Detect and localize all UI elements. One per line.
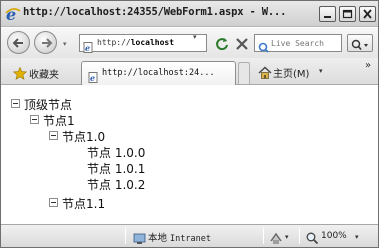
url-text: http://localhost: [97, 38, 175, 47]
window-title: http://localhost:24355/WebForm1.aspx - W…: [23, 6, 287, 18]
refresh-icon: [214, 37, 230, 56]
page-content: 顶级节点 节点1 节点1.0 节点 1.0.0 节点 1.0.1 节点 1.0.2 节点1.…: [1, 86, 378, 224]
svg-text:e: e: [85, 43, 90, 53]
forward-button[interactable]: [34, 31, 57, 54]
star-icon[interactable]: [12, 65, 28, 84]
tree-node-label[interactable]: 节点 1.0.0: [87, 144, 145, 161]
page-icon: e: [88, 68, 99, 87]
tree-node-label[interactable]: 节点 1.0.2: [87, 176, 145, 193]
globe-icon: [133, 230, 146, 247]
title-bar: e http://localhost:24355/WebForm1.aspx -…: [1, 1, 378, 27]
search-box: [254, 34, 342, 53]
zoom-dropdown[interactable]: ▾: [355, 233, 359, 241]
security-zone[interactable]: 本地 Intranet: [148, 230, 211, 244]
favorites-bar: 收藏夹 e http://localhost:24... 主页(M) ▾ »: [1, 58, 378, 85]
tree-node-label[interactable]: 节点1.1: [62, 195, 105, 212]
address-bar: ▾ e http://localhost ▾: [1, 28, 378, 58]
tab-current-page[interactable]: e http://localhost:24...: [81, 61, 236, 85]
svg-text:e: e: [90, 73, 95, 83]
collapse-toggle-icon[interactable]: [49, 198, 58, 207]
url-dropdown[interactable]: ▾: [193, 33, 197, 41]
new-tab-button[interactable]: [238, 62, 250, 84]
collapse-toggle-icon[interactable]: [49, 131, 58, 140]
page-icon: e: [83, 38, 94, 53]
home-icon[interactable]: [258, 64, 272, 83]
collapse-toggle-icon[interactable]: [30, 115, 39, 124]
security-icon[interactable]: [269, 230, 283, 247]
search-icon: [351, 37, 369, 56]
zoom-level[interactable]: 100%: [321, 231, 347, 241]
zoom-icon[interactable]: [306, 230, 319, 247]
url-field[interactable]: e http://localhost: [79, 34, 207, 53]
tree-node-label[interactable]: 节点 1.0.1: [87, 160, 145, 177]
tree-node-label[interactable]: 节点1: [43, 112, 75, 129]
close-button[interactable]: [359, 6, 376, 22]
status-bar: 本地 Intranet ▾ 100% ▾: [1, 224, 378, 247]
protected-mode-dropdown[interactable]: ▾: [285, 233, 289, 241]
tree-node-label[interactable]: 节点1.0: [62, 128, 105, 145]
toolbar-overflow-button[interactable]: »: [365, 60, 371, 71]
search-input[interactable]: [271, 36, 339, 50]
home-button[interactable]: 主页(M): [273, 65, 309, 80]
recent-pages-dropdown[interactable]: ▾: [63, 40, 67, 48]
maximize-button[interactable]: [339, 6, 356, 22]
tab-label: http://localhost:24...: [102, 68, 215, 78]
search-button[interactable]: [347, 34, 373, 52]
back-button[interactable]: [7, 31, 30, 54]
minimize-button[interactable]: [319, 6, 336, 22]
status-divider: [125, 228, 126, 244]
ie-icon: e: [5, 5, 21, 24]
collapse-toggle-icon[interactable]: [11, 99, 20, 108]
browser-window: e http://localhost:24355/WebForm1.aspx -…: [0, 0, 379, 248]
status-divider: [263, 228, 264, 244]
live-search-icon: [258, 38, 269, 57]
favorites-button[interactable]: 收藏夹: [29, 66, 59, 81]
tree-node-label[interactable]: 顶级节点: [24, 96, 72, 113]
refresh-button[interactable]: [214, 36, 230, 52]
stop-button[interactable]: [234, 36, 250, 52]
home-dropdown[interactable]: ▾: [319, 67, 323, 75]
status-divider: [299, 228, 300, 244]
stop-icon: [234, 37, 250, 56]
